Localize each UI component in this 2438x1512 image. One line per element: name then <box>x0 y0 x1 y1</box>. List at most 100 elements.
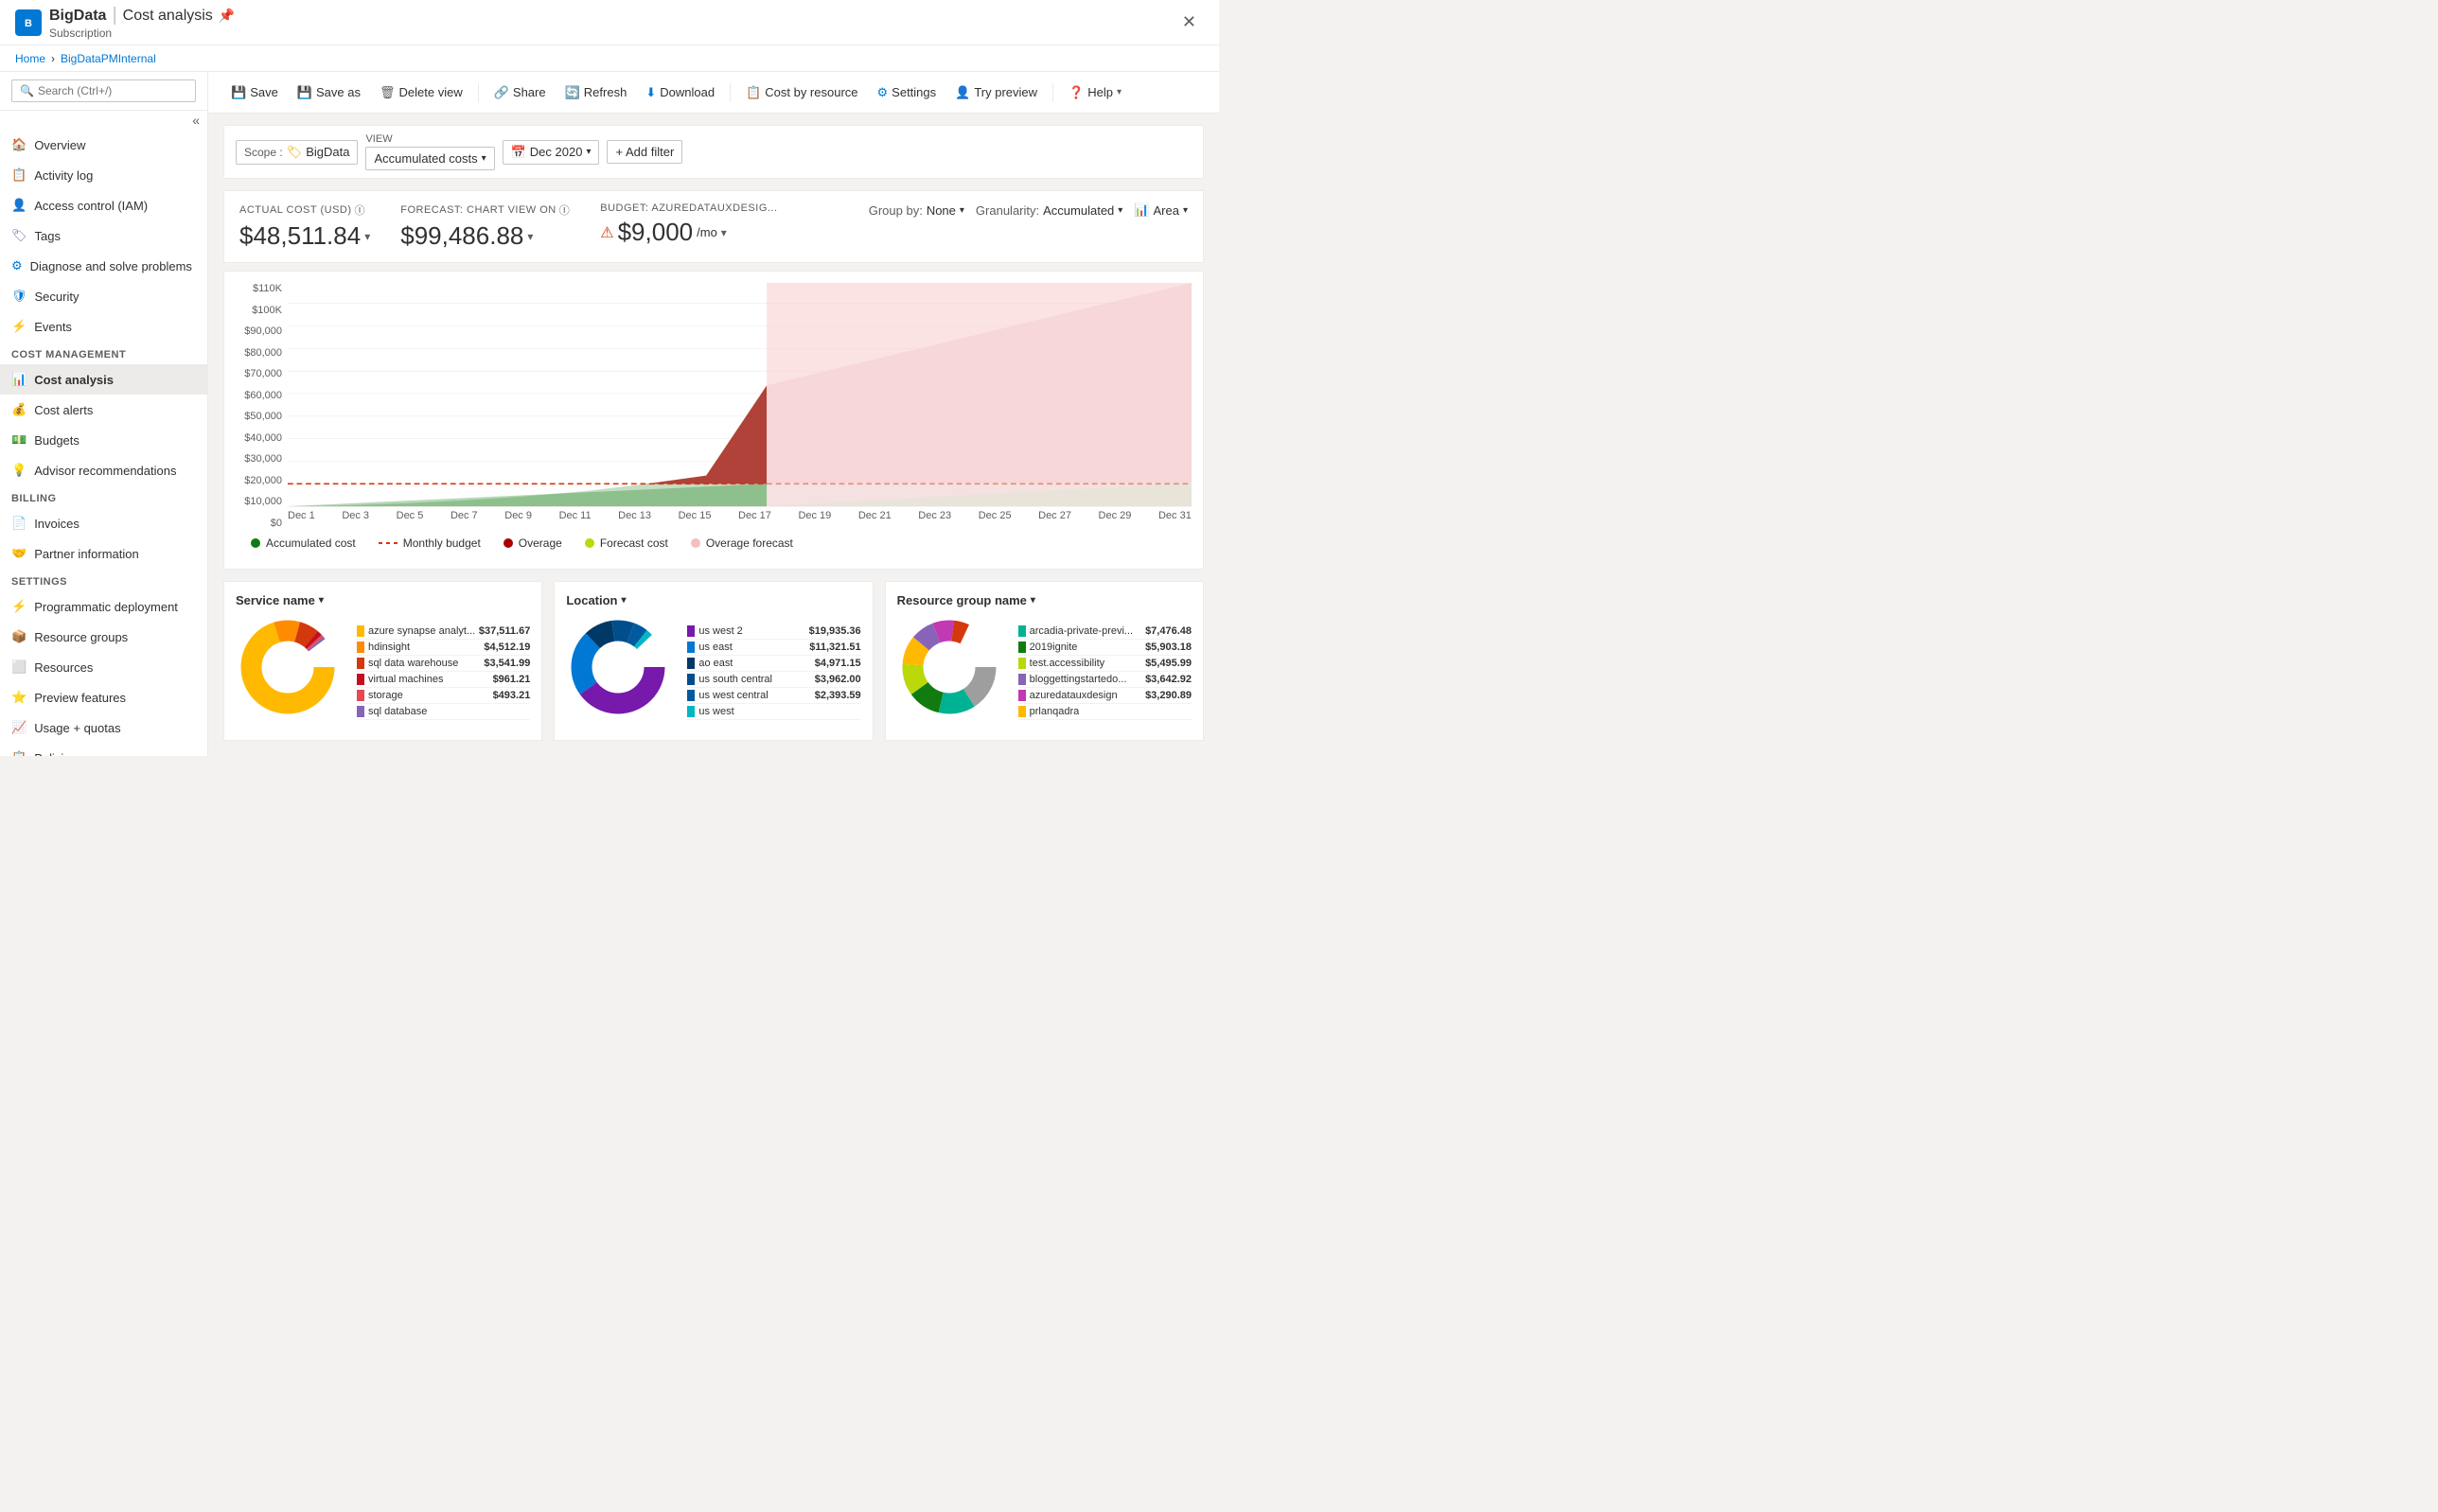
try-preview-label: Try preview <box>974 85 1037 99</box>
legend-value-vms: $961.21 <box>493 674 531 685</box>
scope-selector[interactable]: Scope : 🏷 BigData <box>236 140 358 165</box>
partner-info-label: Partner information <box>34 547 139 561</box>
section-settings: Settings <box>0 569 207 591</box>
pie-legend-service: azure synapse analyt... $37,511.67 hdins… <box>357 624 530 720</box>
sidebar-item-security[interactable]: 🛡 Security <box>0 281 207 311</box>
budget-value: $9,000 <box>618 218 694 247</box>
legend-value-2019ignite: $5,903.18 <box>1145 642 1192 653</box>
toolbar-sep-2 <box>730 83 731 102</box>
pie-title-service-name[interactable]: Service name ▾ <box>236 593 530 607</box>
forecast-info-icon[interactable]: ⓘ <box>559 202 571 218</box>
share-button[interactable]: 🔗 Share <box>486 79 554 106</box>
sidebar-item-programmatic[interactable]: ⚡ Programmatic deployment <box>0 591 207 622</box>
legend-value-uswestcentral: $2,393.59 <box>815 690 861 701</box>
legend-color-hdinsight <box>357 642 364 653</box>
date-selector[interactable]: 📅 Dec 2020 ▾ <box>503 140 600 165</box>
help-button[interactable]: ❓ Help ▾ <box>1061 79 1129 106</box>
view-selector[interactable]: VIEW Accumulated costs ▾ <box>365 133 494 170</box>
date-value: Dec 2020 <box>530 145 583 159</box>
y-axis: $110K $100K $90,000 $80,000 $70,000 $60,… <box>236 283 288 529</box>
pie-title-resource-group[interactable]: Resource group name ▾ <box>897 593 1192 607</box>
sidebar-item-partner-info[interactable]: 🤝 Partner information <box>0 538 207 569</box>
sidebar-item-events[interactable]: ⚡ Events <box>0 311 207 342</box>
legend-label-sqldw: sql data warehouse <box>368 658 458 669</box>
legend-color-synapse <box>357 625 364 637</box>
pie-title-location[interactable]: Location ▾ <box>566 593 860 607</box>
budget-arrow: ▾ <box>721 226 727 239</box>
sidebar-item-resource-groups[interactable]: 📦 Resource groups <box>0 622 207 652</box>
save-as-button[interactable]: 💾 Save as <box>290 79 368 106</box>
view-chevron-icon: ▾ <box>482 153 486 164</box>
forecast-cost: FORECAST: CHART VIEW ON ⓘ $99,486.88 ▾ <box>400 202 570 251</box>
sidebar-item-invoices[interactable]: 📄 Invoices <box>0 508 207 538</box>
toolbar-sep-1 <box>478 83 479 102</box>
actual-info-icon[interactable]: ⓘ <box>355 202 366 218</box>
breadcrumb-home[interactable]: Home <box>15 52 45 65</box>
legend-overage-forecast: Overage forecast <box>691 536 793 550</box>
legend-color-2019ignite <box>1018 642 1026 653</box>
y-label-5: $50,000 <box>236 411 282 422</box>
try-preview-button[interactable]: 👤 Try preview <box>947 79 1045 106</box>
sidebar-item-usage-quotas[interactable]: 📈 Usage + quotas <box>0 712 207 743</box>
sidebar-item-overview[interactable]: 🏠 Overview <box>0 130 207 160</box>
settings-button[interactable]: ⚙ Settings <box>870 79 945 106</box>
legend-overage-dot <box>504 538 513 548</box>
sidebar-item-iam[interactable]: 👤 Access control (IAM) <box>0 190 207 220</box>
sidebar-item-budgets[interactable]: 💵 Budgets <box>0 425 207 455</box>
sidebar-item-cost-alerts[interactable]: 💰 Cost alerts <box>0 395 207 425</box>
breadcrumb-section[interactable]: BigDataPMInternal <box>61 52 156 65</box>
refresh-button[interactable]: 🔄 Refresh <box>557 79 635 106</box>
pie-card-service-name: Service name ▾ <box>223 581 542 741</box>
sidebar-item-diagnose[interactable]: ⚙ Diagnose and solve problems <box>0 251 207 281</box>
sidebar-item-policies[interactable]: 📋 Policies <box>0 743 207 756</box>
area-chart-icon: 📊 <box>1134 202 1149 218</box>
sidebar-item-activity-log[interactable]: 📋 Activity log <box>0 160 207 190</box>
sidebar-item-resources[interactable]: ⬜ Resources <box>0 652 207 682</box>
pie-content-rg: arcadia-private-previ... $7,476.48 2019i… <box>897 615 1192 729</box>
legend-label-hdinsight: hdinsight <box>368 642 410 653</box>
area-control[interactable]: 📊 Area ▾ <box>1134 202 1188 218</box>
legend-monthly-budget-line <box>379 542 398 544</box>
pie-content-location: us west 2 $19,935.36 us east $11,321.51 <box>566 615 860 729</box>
x-label-dec31: Dec 31 <box>1158 510 1192 521</box>
legend-forecast-dot <box>585 538 594 548</box>
granularity-control[interactable]: Granularity: Accumulated ▾ <box>976 203 1122 218</box>
budgets-label: Budgets <box>34 433 80 448</box>
area-chevron-icon: ▾ <box>1183 205 1188 216</box>
invoices-icon: 📄 <box>11 516 26 531</box>
delete-view-button[interactable]: 🗑 Delete view <box>372 79 470 106</box>
download-button[interactable]: ⬇ Download <box>638 79 722 106</box>
legend-accumulated: Accumulated cost <box>251 536 356 550</box>
chart-svg <box>288 283 1192 529</box>
sidebar-item-advisor[interactable]: 💡 Advisor recommendations <box>0 455 207 485</box>
programmatic-icon: ⚡ <box>11 599 26 614</box>
pin-icon[interactable]: 📌 <box>219 8 235 24</box>
legend-label-ussouthcentral: us south central <box>698 674 772 685</box>
resources-icon: ⬜ <box>11 659 26 675</box>
sidebar-item-preview-features[interactable]: ⭐ Preview features <box>0 682 207 712</box>
sidebar-item-tags[interactable]: 🏷 Tags <box>0 220 207 251</box>
x-label-dec19: Dec 19 <box>798 510 831 521</box>
save-button[interactable]: 💾 Save <box>223 79 286 106</box>
legend-color-sqldb <box>357 706 364 717</box>
view-tag[interactable]: Accumulated costs ▾ <box>365 147 494 170</box>
close-button[interactable]: ✕ <box>1175 9 1204 36</box>
legend-value-ussouthcentral: $3,962.00 <box>815 674 861 685</box>
collapse-btn[interactable]: « <box>192 113 200 128</box>
save-label: Save <box>250 85 278 99</box>
cost-by-resource-button[interactable]: 📋 Cost by resource <box>738 79 865 106</box>
area-label: Area <box>1154 203 1179 218</box>
forecast-cost-value: $99,486.88 <box>400 221 523 251</box>
usage-quotas-label: Usage + quotas <box>34 721 120 735</box>
breadcrumb: Home › BigDataPMInternal <box>0 45 1219 72</box>
y-label-2: $20,000 <box>236 475 282 486</box>
sidebar-item-cost-analysis[interactable]: 📊 Cost analysis <box>0 364 207 395</box>
legend-label-2019ignite: 2019ignite <box>1030 642 1078 653</box>
x-label-dec29: Dec 29 <box>1099 510 1132 521</box>
add-filter-button[interactable]: + Add filter <box>607 140 682 164</box>
group-by-control[interactable]: Group by: None ▾ <box>869 203 964 218</box>
search-input[interactable] <box>38 84 187 97</box>
legend-label-aoeast: ao east <box>698 658 733 669</box>
calendar-icon: 📅 <box>511 145 526 160</box>
advisor-icon: 💡 <box>11 463 26 478</box>
